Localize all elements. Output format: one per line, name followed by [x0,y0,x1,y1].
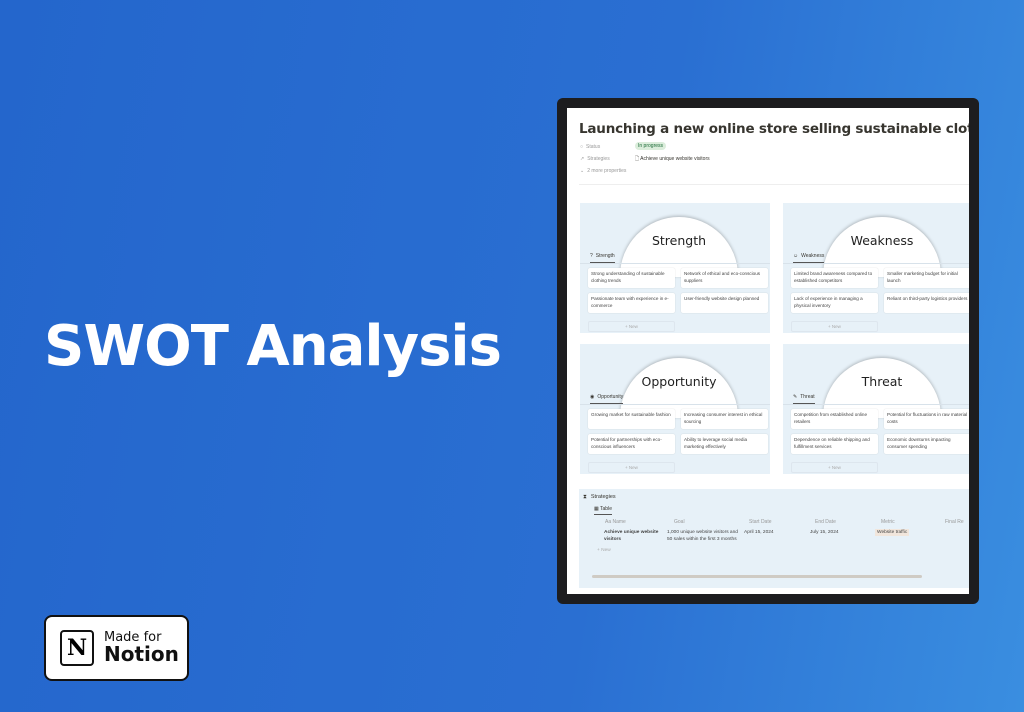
chevron-down-icon: ⌄ [580,168,585,174]
swot-card[interactable]: Limited brand awareness compared to esta… [791,268,878,288]
horizontal-scrollbar[interactable] [592,575,922,578]
swot-card[interactable]: Increasing consumer interest in ethical … [681,409,768,429]
quadrant-tab[interactable]: ✎ Threat [793,394,815,404]
new-card-button[interactable]: + New [588,462,675,473]
column-header[interactable]: Goal [674,519,685,525]
divider [783,263,969,264]
tab-table[interactable]: ▦ Table [594,506,612,515]
property-strategies: ↗ Strategies [580,156,610,162]
hero-title: SWOT Analysis [44,314,502,379]
swot-card[interactable]: Dependence on reliable shipping and fulf… [791,434,878,454]
strategies-database: ⧗ Strategies ▦ Table Aa Name Goal Start D… [579,489,969,588]
quadrant-tab[interactable]: ? Strength [590,253,615,263]
column-header[interactable]: Final Re [945,519,964,525]
tab-label: Table [600,506,612,512]
divider [783,404,969,405]
quadrant-opportunity: Opportunity ◉ Opportunity Growing market f… [580,344,770,474]
strategies-header: ⧗ Strategies [583,494,616,501]
swot-card[interactable]: Reliant on third-party logistics provide… [884,293,969,313]
swot-card[interactable]: Smaller marketing budget for initial lau… [884,268,969,288]
swot-card[interactable]: Potential for partnerships with eco-cons… [588,434,675,454]
quadrant-threat: Threat ✎ Threat Competition from establish… [783,344,969,474]
quadrant-tab[interactable]: ◉ Opportunity [590,394,624,404]
swot-card[interactable]: Ability to leverage social media marketi… [681,434,768,454]
tab-label: Opportunity [597,394,624,400]
new-card-button[interactable]: + New [588,321,675,332]
swot-card[interactable]: Passionate team with experience in e-com… [588,293,675,313]
hourglass-icon: ⧗ [583,494,587,500]
swot-card[interactable]: User-friendly website design planned [681,293,768,313]
status-icon: ○ [580,144,584,150]
column-header[interactable]: Metric [881,519,895,525]
swot-card[interactable]: Network of ethical and eco-conscious sup… [681,268,768,288]
column-header[interactable]: End Date [815,519,836,525]
tab-label: Weakness [801,253,825,259]
swot-card[interactable]: Growing market for sustainable fashion [588,409,675,429]
quadrant-strength: Strength ? Strength Strong understanding o… [580,203,770,333]
more-label: 2 more properties [587,168,627,174]
row-end-date: July 15, 2024 [810,530,839,535]
swot-card[interactable]: Economic downturns impacting consumer sp… [884,434,969,454]
row-name[interactable]: Achieve unique website visitors [604,529,664,543]
tab-label: Threat [800,394,815,400]
quadrant-weakness: Weakness ☺ Weakness Limited brand awarenes… [783,203,969,333]
swot-card[interactable]: Competition from established online reta… [791,409,878,429]
made-for-notion-badge: N Made for Notion [44,615,189,681]
divider [579,184,969,185]
more-properties-toggle[interactable]: ⌄ 2 more properties [580,168,626,174]
new-row-button[interactable]: + New [597,547,611,554]
strength-icon: ? [590,253,593,259]
swot-card[interactable]: Lack of experience in managing a physica… [791,293,878,313]
notion-logo-icon: N [60,630,94,666]
row-start-date: April 15, 2024 [744,530,774,535]
page-title: Launching a new online store selling sus… [579,121,969,137]
arrow-icon: ↗ [580,156,585,162]
status-badge[interactable]: In progress [635,142,667,150]
opportunity-icon: ◉ [590,394,595,400]
strategies-title: Strategies [590,494,616,500]
quadrant-tab[interactable]: ☺ Weakness [793,253,825,263]
column-header[interactable]: Start Date [749,519,772,525]
property-status: ○ Status [580,144,600,150]
divider [580,263,770,264]
swot-card[interactable]: Strong understanding of sustainable clot… [588,268,675,288]
strategy-link-text: Achieve unique website visitors [640,156,710,162]
divider [580,404,770,405]
property-label: Status [586,144,601,150]
notion-page: Launching a new online store selling sus… [567,108,969,594]
property-label: Strategies [587,156,610,162]
strategy-link[interactable]: 🗋 Achieve unique website visitors [635,156,710,164]
new-card-button[interactable]: + New [791,321,878,332]
new-card-button[interactable]: + New [791,462,878,473]
tab-label: Strength [595,253,615,259]
weakness-icon: ☺ [793,253,799,259]
row-goal: 1,000 unique website visitors and 50 sal… [667,530,738,542]
metric-tag: Website traffic [875,529,910,536]
column-header[interactable]: Aa Name [605,519,626,525]
threat-icon: ✎ [793,394,798,400]
swot-card[interactable]: Potential for fluctuations in raw materi… [884,409,969,429]
badge-line2: Notion [104,642,179,667]
